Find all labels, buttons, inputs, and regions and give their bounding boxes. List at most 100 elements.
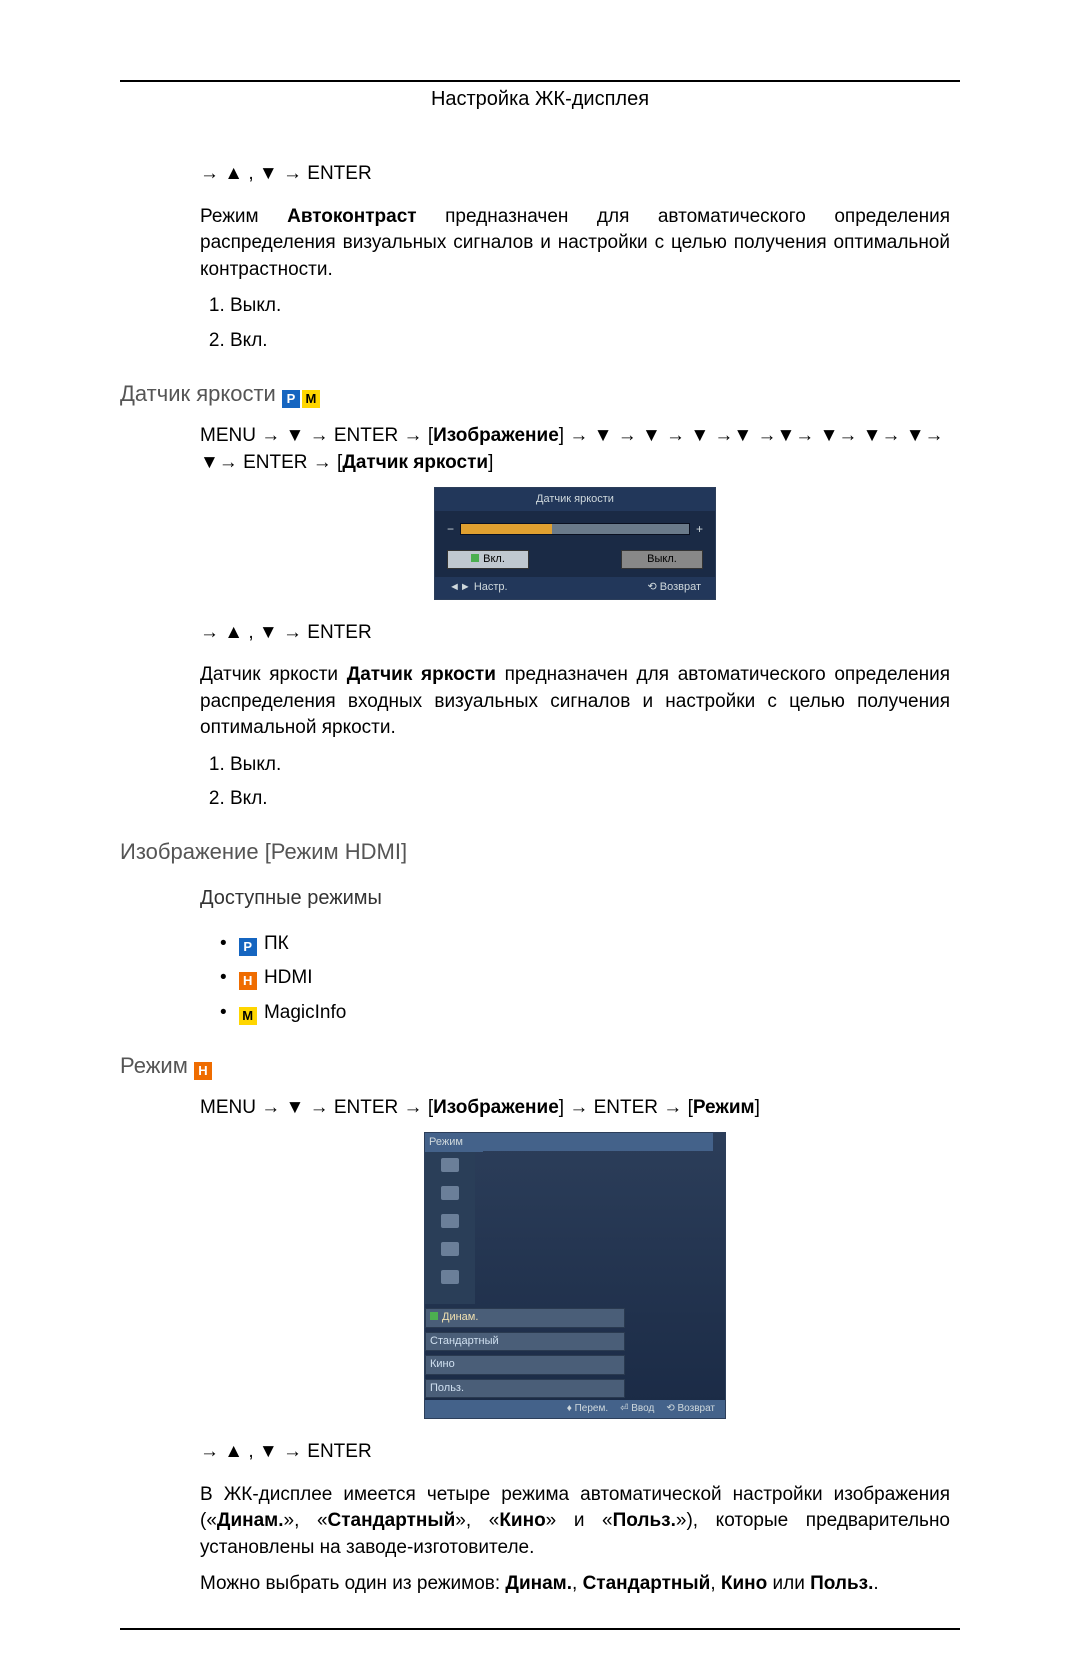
- bottom-rule: [120, 1628, 960, 1630]
- hdmi-heading: Изображение [Режим HDMI]: [120, 837, 950, 868]
- mode-bullets: P ПК H HDMI M MagicInfo: [200, 931, 950, 1027]
- text: Датчик яркости: [200, 664, 347, 685]
- sensor-heading: Датчик яркости PM: [120, 379, 950, 410]
- hdmi-icon: H: [194, 1062, 212, 1080]
- nav-instruction: → ▲ , ▼ → ENTER: [200, 1439, 950, 1466]
- menu-option: Стандартный: [425, 1332, 625, 1351]
- bold-term: Кино: [721, 1573, 767, 1594]
- content: → ▲ , ▼ → ENTER Режим Автоконтраст предн…: [120, 161, 960, 1598]
- pc-icon: P: [239, 938, 257, 956]
- text: Можно выбрать один из режимов:: [200, 1573, 505, 1594]
- osd-body: − + Вкл. Выкл.: [435, 511, 715, 577]
- list-item: Вкл.: [230, 328, 950, 355]
- on-button: Вкл.: [447, 550, 529, 569]
- text: или: [767, 1573, 810, 1594]
- osd-brightness-sensor: Датчик яркости − + Вкл. Выкл. ◄► Настр. …: [434, 487, 716, 600]
- text: MENU → ▼ → ENTER →: [200, 1097, 428, 1118]
- bold-term: Датчик яркости: [347, 664, 496, 685]
- osd-main: Динам. Стандартный Кино Польз.: [425, 1304, 681, 1400]
- text: MENU → ▼ → ENTER →: [200, 425, 428, 446]
- button-row: Вкл. Выкл.: [447, 550, 703, 569]
- mode-description: В ЖК-дисплее имеется четыре режима автом…: [200, 1482, 950, 1562]
- autocontrast-description: Режим Автоконтраст предназначен для авто…: [200, 204, 950, 284]
- plus-icon: +: [696, 521, 703, 538]
- text: » и «: [546, 1510, 613, 1531]
- check-icon: [471, 554, 479, 562]
- osd-footer: ◄► Настр. ⟲ Возврат: [435, 577, 715, 598]
- text: Режим: [200, 206, 287, 227]
- heading-text: Датчик яркости: [120, 381, 276, 406]
- osd-title: Датчик яркости: [435, 488, 715, 511]
- bold-term: Динам.: [505, 1573, 572, 1594]
- heading-text: Режим: [120, 1053, 188, 1078]
- osd-move-hint: ♦ Перем.: [567, 1402, 608, 1416]
- osd-title: Режим: [425, 1133, 483, 1152]
- bold-term: Изображение: [433, 425, 559, 446]
- text: → ENTER →: [564, 1097, 688, 1118]
- sensor-menu-path: MENU → ▼ → ENTER → [Изображение] → ▼ → ▼…: [200, 423, 950, 476]
- document-page: Настройка ЖК-дисплея → ▲ , ▼ → ENTER Реж…: [0, 0, 1080, 1680]
- text: .: [873, 1573, 878, 1594]
- bracket: ]: [488, 452, 493, 473]
- bold-term: Стандартный: [328, 1510, 456, 1531]
- hdmi-icon: H: [239, 972, 257, 990]
- sensor-description: Датчик яркости Датчик яркости предназнач…: [200, 662, 950, 742]
- text: ,: [710, 1573, 721, 1594]
- magic-icon: M: [302, 390, 320, 408]
- list-item: M MagicInfo: [220, 1000, 950, 1027]
- osd-sidebar: [425, 1152, 475, 1304]
- menu-option: Динам.: [425, 1308, 625, 1327]
- osd-mode-menu: Режим Динам. Стандартный Кино Польз. ♦ П…: [424, 1132, 726, 1419]
- bold-term: Польз.: [613, 1510, 676, 1531]
- label: MagicInfo: [264, 1002, 346, 1023]
- slider-track: [460, 523, 690, 535]
- menu-option: Польз.: [425, 1379, 625, 1398]
- text: », «: [284, 1510, 328, 1531]
- side-icon: [441, 1270, 459, 1284]
- side-icon: [441, 1242, 459, 1256]
- options-list: Выкл. Вкл.: [200, 293, 950, 354]
- osd-return-hint: ⟲ Возврат: [666, 1402, 715, 1416]
- text: ,: [572, 1573, 583, 1594]
- list-item: Выкл.: [230, 752, 950, 779]
- nav-instruction: → ▲ , ▼ → ENTER: [200, 161, 950, 188]
- bold-term: Динам.: [217, 1510, 284, 1531]
- list-item: Выкл.: [230, 293, 950, 320]
- label: HDMI: [264, 967, 313, 988]
- menu-option: Кино: [425, 1355, 625, 1374]
- magic-icon: M: [239, 1007, 257, 1025]
- osd-nav-hint: ◄► Настр.: [449, 580, 508, 595]
- available-modes-heading: Доступные режимы: [200, 884, 950, 912]
- nav-instruction: → ▲ , ▼ → ENTER: [200, 620, 950, 647]
- pc-icon: P: [282, 390, 300, 408]
- list-item: H HDMI: [220, 965, 950, 992]
- text: », «: [455, 1510, 499, 1531]
- minus-icon: −: [447, 521, 454, 538]
- off-button: Выкл.: [621, 550, 703, 569]
- page-header: Настройка ЖК-дисплея: [120, 88, 960, 111]
- mode-menu-path: MENU → ▼ → ENTER → [Изображение] → ENTER…: [200, 1095, 950, 1122]
- side-icon: [441, 1186, 459, 1200]
- osd-enter-hint: ⏎ Ввод: [620, 1402, 654, 1416]
- side-icon: [441, 1214, 459, 1228]
- mode-heading: Режим H: [120, 1051, 950, 1082]
- bold-term: Автоконтраст: [287, 206, 417, 227]
- osd-return-hint: ⟲ Возврат: [647, 580, 701, 595]
- label: Вкл.: [483, 553, 505, 565]
- top-rule: [120, 80, 960, 82]
- spacer: [483, 1133, 713, 1151]
- osd-footer: ♦ Перем. ⏎ Ввод ⟲ Возврат: [425, 1400, 725, 1418]
- list-item: P ПК: [220, 931, 950, 958]
- list-item: Вкл.: [230, 786, 950, 813]
- bracket: ]: [755, 1097, 760, 1118]
- bold-term: Польз.: [810, 1573, 873, 1594]
- check-icon: [430, 1312, 438, 1320]
- bold-term: Датчик яркости: [342, 452, 488, 473]
- options-list: Выкл. Вкл.: [200, 752, 950, 813]
- bold-term: Стандартный: [583, 1573, 711, 1594]
- mode-choice-sentence: Можно выбрать один из режимов: Динам., С…: [200, 1571, 950, 1598]
- bold-term: Кино: [499, 1510, 545, 1531]
- slider-fill: [461, 524, 552, 534]
- bold-term: Режим: [693, 1097, 755, 1118]
- label: ПК: [264, 933, 289, 954]
